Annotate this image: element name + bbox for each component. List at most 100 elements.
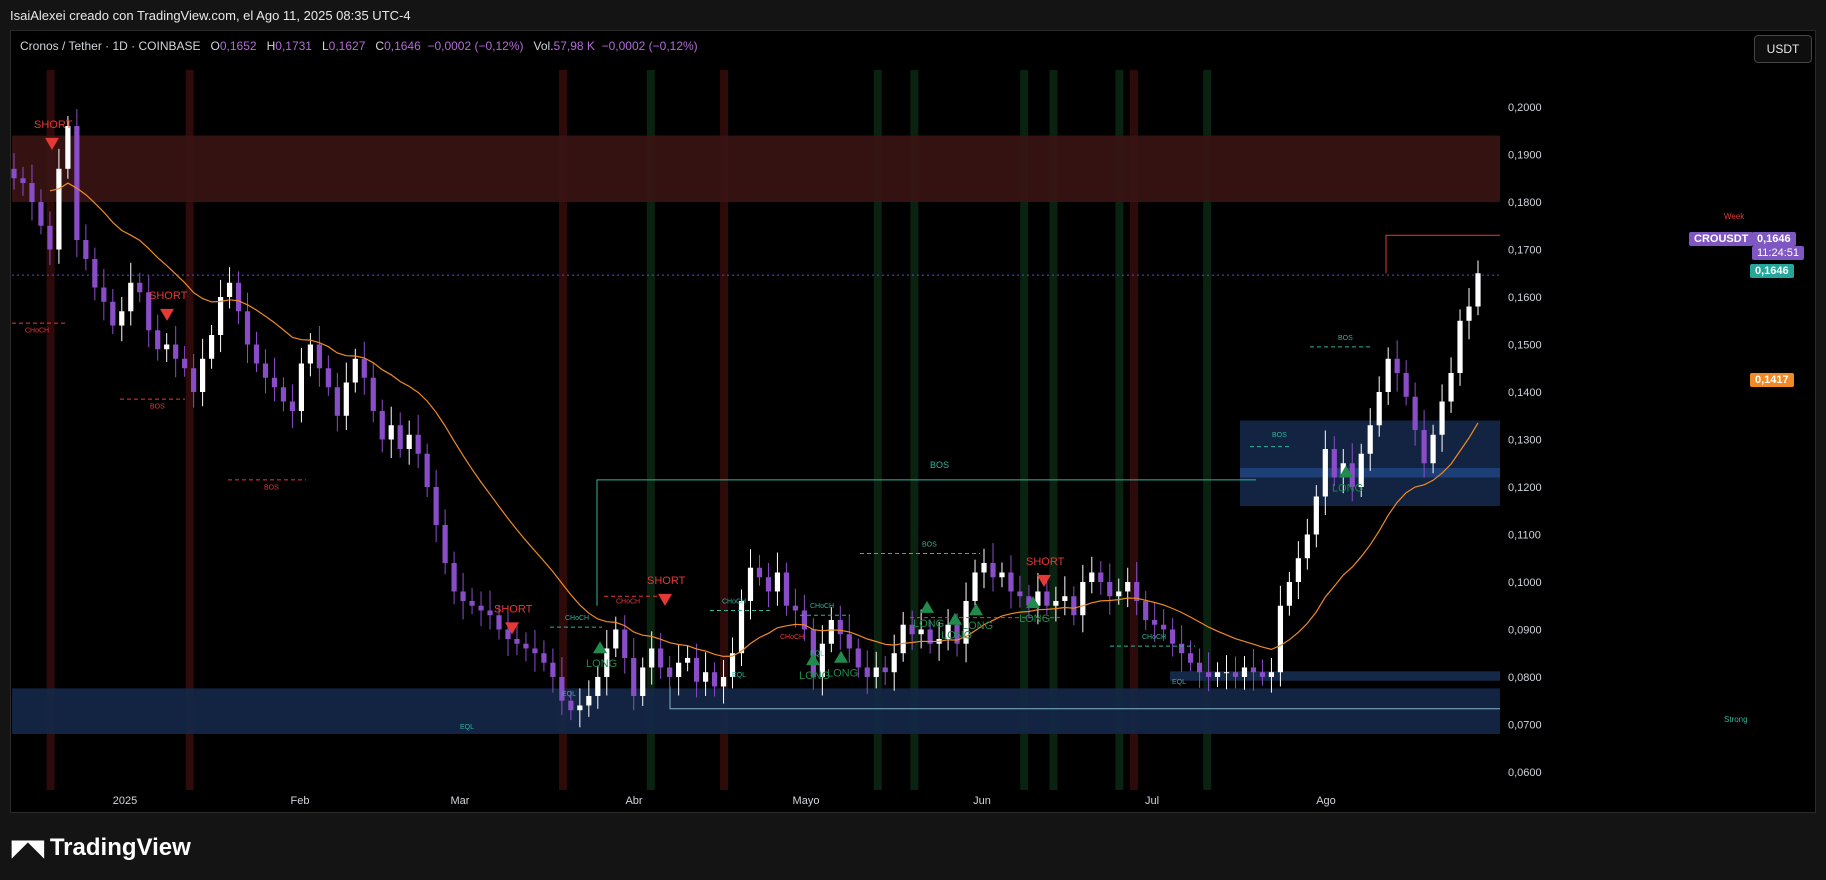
candle: [523, 632, 529, 662]
candle: [370, 362, 376, 423]
candle-body: [1080, 581, 1086, 616]
candle-body: [622, 629, 628, 658]
candle-body: [56, 168, 62, 250]
candle-body: [828, 619, 834, 644]
candle-body: [217, 297, 224, 336]
candle: [334, 373, 340, 432]
candle: [1304, 518, 1310, 570]
candle-body: [694, 657, 700, 682]
candle: [1475, 260, 1481, 316]
short-signal-label: SHORT: [149, 290, 188, 302]
candle-body: [1457, 320, 1463, 374]
candle-body: [720, 676, 727, 687]
candle: [685, 645, 691, 672]
y-tick-label: 0,1600: [1508, 292, 1542, 304]
candle-body: [1116, 591, 1122, 597]
candle-body: [873, 667, 879, 677]
candle-body: [514, 638, 520, 644]
candle: [505, 612, 511, 657]
candle: [783, 562, 790, 616]
candle-body: [388, 425, 394, 440]
candle-body: [1277, 605, 1284, 673]
candlestick-chart[interactable]: BOS BOS BOS BOS BOS BOS CHoCH CHoCH CHoCH CHoCH CH…: [10, 70, 1816, 810]
long-signal-label: LONG: [799, 670, 830, 682]
candle-body: [1250, 667, 1257, 673]
candle-body: [846, 634, 852, 649]
candle-body: [1125, 581, 1131, 592]
candle-body: [289, 401, 296, 412]
candle-body: [460, 591, 466, 601]
symbol-name[interactable]: Cronos / Tether · 1D · COINBASE: [20, 39, 201, 53]
candle-body: [128, 282, 134, 312]
y-tick-label: 0,1400: [1508, 387, 1542, 399]
long-arrow-icon: [969, 603, 983, 616]
candle-body: [65, 126, 71, 169]
candle: [1080, 564, 1086, 633]
currency-button[interactable]: USDT: [1754, 35, 1812, 63]
x-tick-label: Mar: [451, 795, 470, 807]
volume-change: −0,0002 (−0,12%): [601, 39, 698, 53]
candle: [1125, 567, 1131, 608]
volume-value: 57,98 K: [553, 39, 595, 53]
candle: [1143, 591, 1149, 630]
y-tick-label: 0,0900: [1508, 624, 1542, 636]
candle-body: [1008, 572, 1014, 592]
candle: [882, 656, 888, 686]
tradingview-brand[interactable]: ◤◥ TradingView: [12, 834, 191, 862]
candle-body: [1295, 558, 1301, 582]
candle-body: [1241, 667, 1248, 677]
candle: [487, 590, 493, 630]
candle: [1187, 640, 1194, 672]
candle-body: [1232, 672, 1239, 677]
structure-label: EQL: [460, 724, 474, 731]
short-signal-label: SHORT: [34, 119, 73, 131]
candle: [343, 362, 349, 430]
candle: [1403, 360, 1409, 406]
candle: [217, 279, 224, 353]
candle: [101, 268, 107, 321]
candle: [253, 331, 260, 373]
candle-body: [1268, 672, 1275, 677]
candle-body: [1403, 373, 1409, 397]
candle: [235, 271, 242, 325]
short-arrow-icon: [658, 593, 672, 606]
candle: [433, 469, 439, 543]
candle-body: [595, 676, 601, 696]
long-arrow-icon: [948, 612, 962, 625]
candle: [1250, 648, 1257, 691]
candle-body: [47, 225, 53, 250]
structure-label: CHoCH: [616, 598, 640, 605]
candle-body: [792, 605, 798, 611]
candle: [1232, 656, 1239, 689]
candle-body: [1412, 396, 1418, 430]
candle: [864, 650, 870, 695]
candle: [451, 551, 457, 605]
candle-body: [253, 344, 260, 364]
structure-label: EQL: [1172, 679, 1186, 686]
structure-label: CHoCH: [1142, 634, 1166, 641]
candle-body: [1385, 358, 1391, 393]
candle: [280, 377, 287, 412]
candle-body: [1421, 430, 1427, 464]
high-value: 0,1731: [275, 39, 312, 53]
candle-body: [1152, 619, 1158, 625]
structure-label: BOS: [1338, 335, 1353, 342]
candle-body: [891, 653, 897, 673]
candle: [676, 644, 682, 696]
candle-body: [1089, 572, 1095, 582]
candle: [550, 648, 556, 693]
candle-body: [487, 610, 493, 616]
candle: [972, 559, 978, 610]
candle-body: [1143, 600, 1149, 620]
candle-body: [882, 667, 888, 673]
candle: [1466, 287, 1472, 340]
candle-body: [478, 605, 484, 611]
candle-body: [208, 335, 215, 359]
candle: [92, 247, 98, 301]
y-tick-label: 0,0700: [1508, 719, 1542, 731]
snapshot-title: IsaiAlexei creado con TradingView.com, e…: [10, 8, 411, 23]
long-signal-label: LONG: [962, 620, 993, 632]
candle-body: [1205, 672, 1212, 677]
candle-body: [469, 600, 475, 606]
y-tick-label: 0,1300: [1508, 434, 1542, 446]
